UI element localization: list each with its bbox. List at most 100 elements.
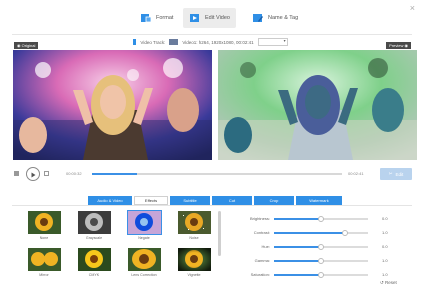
slider-handle[interactable] (318, 272, 324, 278)
tab-watermark[interactable]: Watermark (296, 196, 342, 205)
slider-fill (274, 232, 345, 234)
adjustment-sliders: Brightness: 0.0 Contrast: 1.0 Hue: 0.0 G… (230, 214, 410, 294)
close-icon[interactable]: × (410, 3, 415, 13)
hue-value: 0.0 (382, 244, 388, 249)
effect-vignette[interactable]: Vignette (174, 248, 214, 281)
slider-fill (274, 218, 321, 220)
tab-effects[interactable]: Effects (134, 196, 168, 205)
brightness-value: 0.0 (382, 216, 388, 221)
tab-crop[interactable]: Crop (254, 196, 294, 205)
effect-label: Noise (189, 236, 199, 240)
tab-edit-video-label: Edit Video (205, 15, 230, 21)
effect-label: Grayscale (85, 236, 103, 240)
format-icon (140, 12, 152, 24)
video-track-label: Video Track: (140, 39, 166, 45)
tab-subtitle[interactable]: Subtitle (170, 196, 210, 205)
effect-label: Vignette (187, 273, 201, 277)
slider-fill (274, 260, 321, 262)
effect-negate[interactable]: Negate (124, 210, 164, 244)
effect-thumbnail (77, 211, 111, 234)
slider-fill (274, 246, 321, 248)
gamma-label: Gamma: (254, 258, 270, 263)
effects-panel: None Grayscale Negate Noise Mirror CMYK … (12, 205, 412, 293)
video-track-bar: Video Track: Video1: h264, 1920x1080, 00… (0, 37, 421, 47)
slider-handle[interactable] (318, 244, 324, 250)
saturation-label: Saturation: (250, 272, 270, 277)
slider-handle[interactable] (318, 258, 324, 264)
gamma-value: 1.0 (382, 258, 388, 263)
brightness-slider[interactable] (274, 216, 368, 222)
effect-thumbnail (177, 211, 211, 234)
gamma-slider[interactable] (274, 258, 368, 264)
track-flag-icon (169, 39, 179, 45)
brightness-label: Brightness: (249, 216, 270, 221)
effect-thumbnail (27, 211, 61, 234)
effect-label: Negate (138, 236, 150, 240)
effect-thumbnail (177, 248, 211, 271)
effect-label: Mirror (39, 273, 49, 277)
effect-thumbnail (77, 248, 111, 271)
progress-bar[interactable] (92, 173, 342, 175)
effect-noise[interactable]: Noise (174, 211, 214, 244)
hue-slider[interactable] (274, 244, 368, 250)
contrast-row: Contrast: 1.0 (230, 228, 410, 238)
next-frame-icon[interactable] (44, 171, 49, 176)
eye-icon: ◉ (403, 43, 409, 48)
slider-handle[interactable] (341, 230, 348, 236)
slider-fill (274, 274, 321, 276)
tab-format-label: Format (156, 15, 174, 21)
effect-label: None (39, 236, 49, 240)
effect-label: Lens Correction (131, 273, 157, 277)
preview-tag-label: Preview (389, 43, 404, 48)
video-track-icon (133, 39, 137, 45)
tab-edit-video[interactable]: Edit Video (183, 8, 236, 28)
effect-thumbnail (127, 248, 161, 271)
reset-button[interactable]: ↺ Reset (380, 280, 397, 286)
effects-scrollbar[interactable] (218, 211, 221, 256)
edit-button-label: Edit (395, 171, 404, 177)
play-icon (31, 172, 36, 178)
progress-fill (92, 173, 137, 175)
brightness-row: Brightness: 0.0 (230, 214, 410, 224)
stop-icon[interactable] (14, 171, 19, 176)
effect-label: CMYK (88, 273, 100, 277)
edit-video-icon (189, 12, 201, 24)
effect-thumbnail (126, 210, 162, 235)
tab-cut[interactable]: Cut (212, 196, 252, 205)
saturation-row: Saturation: 1.0 (230, 270, 410, 280)
saturation-slider[interactable] (274, 272, 368, 278)
edit-button[interactable]: ✂ Edit (380, 168, 412, 180)
preview-tag: Preview ◉ (386, 42, 411, 49)
slider-handle[interactable] (318, 216, 324, 222)
header-divider (12, 34, 412, 35)
effect-grayscale[interactable]: Grayscale (74, 211, 114, 244)
effects-grid: None Grayscale Negate Noise Mirror CMYK … (22, 210, 222, 291)
name-tag-icon (252, 12, 264, 24)
effect-lens-correction[interactable]: Lens Correction (124, 248, 164, 281)
effect-thumbnail (27, 248, 61, 271)
effect-mirror[interactable]: Mirror (24, 248, 64, 281)
edit-tabs: Audio & Video Effects Subtitle Cut Crop … (88, 196, 342, 205)
reset-label: Reset (385, 280, 397, 285)
effect-cmyk[interactable]: CMYK (74, 248, 114, 281)
contrast-label: Contrast: (253, 230, 270, 235)
tab-format[interactable]: Format (134, 8, 179, 28)
player-controls: 00:00:32 00:02:41 ✂ Edit (12, 166, 412, 182)
saturation-value: 1.0 (382, 272, 388, 277)
original-tag-label: Original (21, 43, 36, 48)
original-tag: ◉ Original (14, 42, 39, 49)
tab-name-tag[interactable]: Name & Tag (246, 8, 304, 28)
total-time: 00:02:41 (348, 171, 364, 176)
preview-video-frame (218, 50, 417, 160)
video-track-dropdown[interactable]: ▾ (257, 38, 288, 46)
tab-name-tag-label: Name & Tag (268, 15, 299, 21)
scissors-icon: ✂ (388, 171, 393, 176)
video-track-value[interactable]: Video1: h264, 1920x1080, 00:02:41 (182, 40, 253, 45)
current-time: 00:00:32 (66, 171, 82, 176)
contrast-slider[interactable] (274, 230, 368, 236)
chevron-down-icon: ▾ (283, 38, 286, 43)
tab-audio-video[interactable]: Audio & Video (88, 196, 132, 205)
original-video-frame (13, 50, 212, 160)
play-button[interactable] (26, 167, 40, 181)
effect-none[interactable]: None (24, 211, 64, 244)
